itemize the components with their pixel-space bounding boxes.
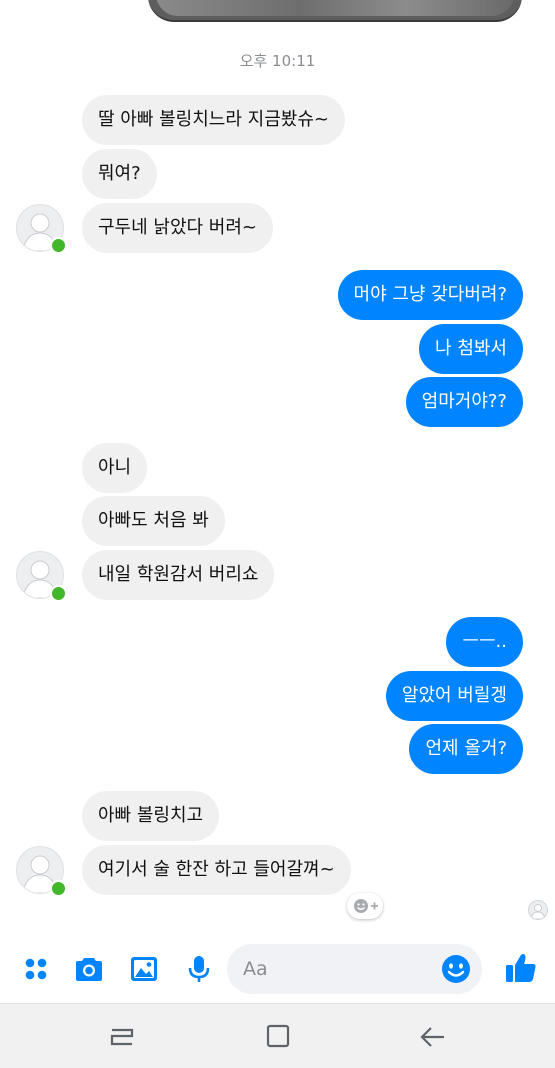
- outgoing-message[interactable]: 나 첨봐서: [419, 324, 523, 374]
- incoming-message[interactable]: 구두네 낡았다 버려~: [82, 203, 274, 253]
- add-reaction-button[interactable]: [347, 893, 383, 919]
- read-receipt-avatar: [528, 900, 548, 920]
- outgoing-message[interactable]: 머야 그냥 갖다버려?: [337, 270, 523, 320]
- outgoing-message[interactable]: 언제 올거?: [409, 724, 523, 774]
- online-status-dot: [50, 237, 67, 254]
- gallery-icon[interactable]: [128, 953, 160, 985]
- incoming-message[interactable]: 뭐여?: [82, 149, 157, 199]
- online-status-dot: [50, 880, 67, 897]
- outgoing-message[interactable]: 엄마거야??: [405, 377, 523, 427]
- system-navigation-bar: [0, 1003, 555, 1068]
- message-input[interactable]: Aa: [227, 944, 482, 994]
- microphone-icon[interactable]: [183, 953, 215, 985]
- incoming-message[interactable]: 아니: [82, 443, 148, 493]
- add-reaction-icon: [354, 899, 378, 913]
- outgoing-message[interactable]: 알았어 버릴겡: [385, 671, 523, 721]
- shared-photo-thumbnail[interactable]: [148, 0, 522, 22]
- emoji-icon[interactable]: [440, 953, 472, 985]
- recent-apps-icon[interactable]: [107, 1024, 137, 1050]
- incoming-message[interactable]: 내일 학원감서 버리쇼: [82, 550, 275, 600]
- outgoing-message[interactable]: ㅡㅡ..: [446, 617, 523, 667]
- online-status-dot: [50, 585, 67, 602]
- message-composer: Aa: [0, 936, 555, 1002]
- incoming-message[interactable]: 아빠도 처음 봐: [82, 496, 225, 546]
- incoming-message[interactable]: 딸 아빠 볼링치느라 지금봤슈~: [82, 95, 345, 145]
- incoming-message[interactable]: 아빠 볼링치고: [82, 791, 220, 841]
- camera-icon[interactable]: [73, 953, 105, 985]
- thumbs-up-icon[interactable]: [504, 951, 536, 983]
- message-input-placeholder: Aa: [243, 958, 268, 980]
- message-timestamp: 오후 10:11: [239, 52, 316, 70]
- apps-icon[interactable]: [20, 953, 52, 985]
- incoming-message[interactable]: 여기서 술 한잔 하고 들어갈껴~: [82, 845, 351, 895]
- home-icon[interactable]: [263, 1024, 293, 1050]
- shared-photo-content: [156, 0, 514, 16]
- back-icon[interactable]: [418, 1024, 448, 1050]
- person-silhouette-icon: [530, 904, 546, 919]
